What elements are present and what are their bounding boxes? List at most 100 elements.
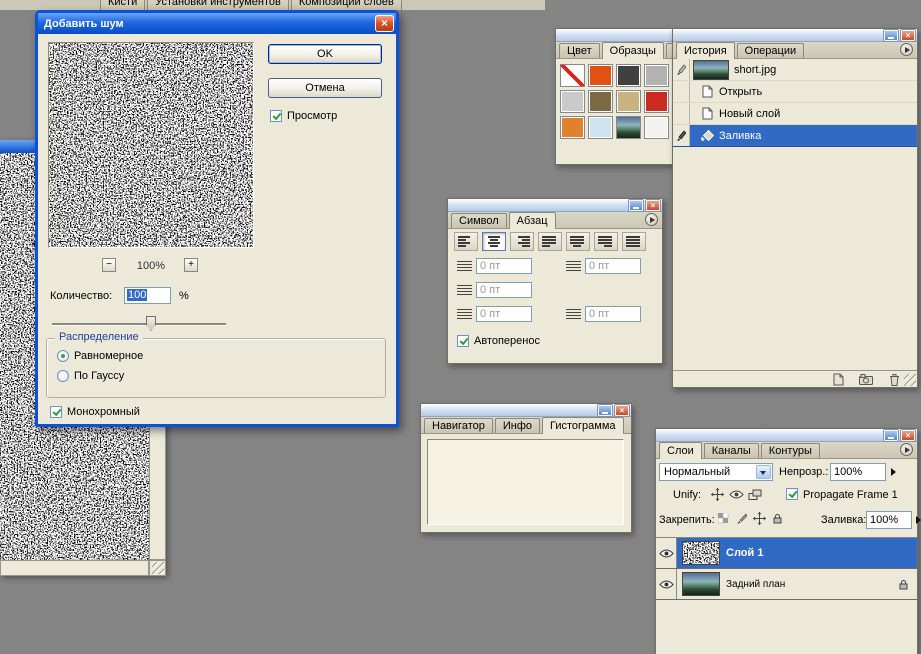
ok-button[interactable]: OK [268, 44, 382, 64]
new-document-from-state-button[interactable] [829, 372, 847, 387]
justify-last-right-button[interactable] [594, 232, 618, 251]
swatch[interactable] [644, 90, 669, 113]
history-brush-well[interactable] [673, 81, 690, 102]
trash-button[interactable] [885, 372, 903, 387]
swatch[interactable] [560, 90, 585, 113]
gaussian-radio[interactable] [57, 370, 69, 382]
tab-actions[interactable]: Операции [737, 43, 804, 58]
tab-paths[interactable]: Контуры [761, 443, 820, 458]
opacity-scrub-arrow-icon[interactable] [891, 468, 896, 476]
swatch[interactable] [644, 116, 669, 139]
amount-slider-track[interactable] [52, 323, 226, 326]
opacity-value[interactable]: 100% [830, 463, 886, 481]
zoom-in-button[interactable]: + [184, 258, 198, 272]
justify-last-left-button[interactable] [538, 232, 562, 251]
layer-row-layer1[interactable]: Слой 1 [656, 538, 917, 569]
history-brush-well[interactable] [673, 125, 690, 146]
palette-menu-button[interactable] [900, 443, 913, 456]
amount-input[interactable]: 100 [124, 287, 171, 304]
dialog-titlebar[interactable]: Добавить шум × [38, 13, 396, 34]
tab-layers[interactable]: Слои [659, 442, 702, 459]
align-right-button[interactable] [510, 232, 534, 251]
swatch[interactable] [588, 90, 613, 113]
dropdown-arrow-icon[interactable] [756, 465, 771, 479]
history-brush-well[interactable] [673, 103, 690, 124]
close-button[interactable]: × [646, 200, 660, 211]
justify-last-center-button[interactable] [566, 232, 590, 251]
tab-info[interactable]: Инфо [495, 418, 540, 433]
minimize-button[interactable] [629, 200, 643, 211]
lock-pixels-button[interactable] [732, 511, 750, 526]
swatch[interactable] [588, 116, 613, 139]
lock-all-button[interactable] [768, 511, 786, 526]
swatches-palette: Цвет Образцы С [555, 28, 675, 165]
swatch[interactable] [616, 64, 641, 87]
layer-row-background[interactable]: Задний план [656, 569, 917, 600]
unify-position-button[interactable] [708, 487, 726, 502]
monochrome-checkbox[interactable] [50, 406, 62, 418]
fill-scrub-arrow-icon[interactable] [916, 516, 921, 524]
tab-character[interactable]: Символ [451, 213, 507, 228]
history-step-new-layer[interactable]: Новый слой [673, 103, 917, 125]
lock-transparency-button[interactable] [714, 511, 732, 526]
palette-menu-button[interactable] [900, 43, 913, 56]
dialog-close-button[interactable]: × [375, 15, 394, 32]
histogram-titlebar[interactable]: × [421, 404, 631, 417]
minimize-button[interactable] [598, 405, 612, 416]
history-step-fill[interactable]: Заливка [673, 125, 917, 147]
visibility-well[interactable] [656, 538, 677, 568]
close-button[interactable]: × [901, 30, 915, 41]
amount-slider-thumb[interactable] [146, 316, 156, 331]
close-button[interactable]: × [901, 430, 915, 441]
propagate-checkbox[interactable] [786, 488, 798, 500]
swatch[interactable] [616, 90, 641, 113]
zoom-out-button[interactable]: − [102, 258, 116, 272]
swatch-image[interactable] [616, 116, 641, 139]
swatch[interactable] [560, 116, 585, 139]
history-brush-well[interactable] [673, 59, 690, 80]
history-step-open[interactable]: Открыть [673, 81, 917, 103]
fill-value[interactable]: 100% [866, 511, 912, 529]
noise-preview[interactable] [48, 42, 254, 248]
visibility-well[interactable] [656, 569, 677, 599]
tab-swatches[interactable]: Образцы [602, 42, 664, 59]
cancel-button[interactable]: Отмена [268, 78, 382, 98]
align-center-button[interactable] [482, 232, 506, 251]
preview-checkbox[interactable] [270, 110, 282, 122]
minimize-button[interactable] [884, 430, 898, 441]
hyphenate-checkbox[interactable] [457, 335, 469, 347]
swatches-titlebar[interactable] [556, 29, 674, 42]
tab-paragraph[interactable]: Абзац [509, 212, 556, 229]
history-titlebar[interactable]: × [673, 29, 917, 42]
paragraph-titlebar[interactable]: × [448, 199, 662, 212]
tab-histogram[interactable]: Гистограмма [542, 417, 624, 434]
palette-resize-grip[interactable] [904, 374, 916, 386]
close-button[interactable]: × [615, 405, 629, 416]
horizontal-scrollbar[interactable] [0, 560, 149, 576]
uniform-radio[interactable] [57, 350, 69, 362]
tab-color[interactable]: Цвет [559, 43, 600, 58]
indent-left-field[interactable]: 0 пт [476, 258, 532, 274]
palette-menu-button[interactable] [645, 213, 658, 226]
new-snapshot-button[interactable] [857, 372, 875, 387]
history-snapshot-row[interactable]: short.jpg [673, 59, 917, 81]
minimize-button[interactable] [884, 30, 898, 41]
layers-titlebar[interactable]: × [656, 429, 917, 442]
tab-navigator[interactable]: Навигатор [424, 418, 493, 433]
swatch-none[interactable] [560, 64, 585, 87]
swatch[interactable] [588, 64, 613, 87]
justify-all-button[interactable] [622, 232, 646, 251]
align-left-button[interactable] [454, 232, 478, 251]
tab-channels[interactable]: Каналы [704, 443, 759, 458]
indent-right-field[interactable]: 0 пт [585, 258, 641, 274]
swatch[interactable] [644, 64, 669, 87]
lock-position-button[interactable] [750, 511, 768, 526]
blend-mode-select[interactable]: Нормальный [659, 463, 773, 481]
space-before-field[interactable]: 0 пт [476, 306, 532, 322]
first-line-indent-field[interactable]: 0 пт [476, 282, 532, 298]
window-resize-grip[interactable] [149, 560, 166, 576]
tab-history[interactable]: История [676, 42, 735, 59]
unify-visibility-button[interactable] [727, 487, 745, 502]
unify-style-button[interactable] [746, 487, 764, 502]
space-after-field[interactable]: 0 пт [585, 306, 641, 322]
